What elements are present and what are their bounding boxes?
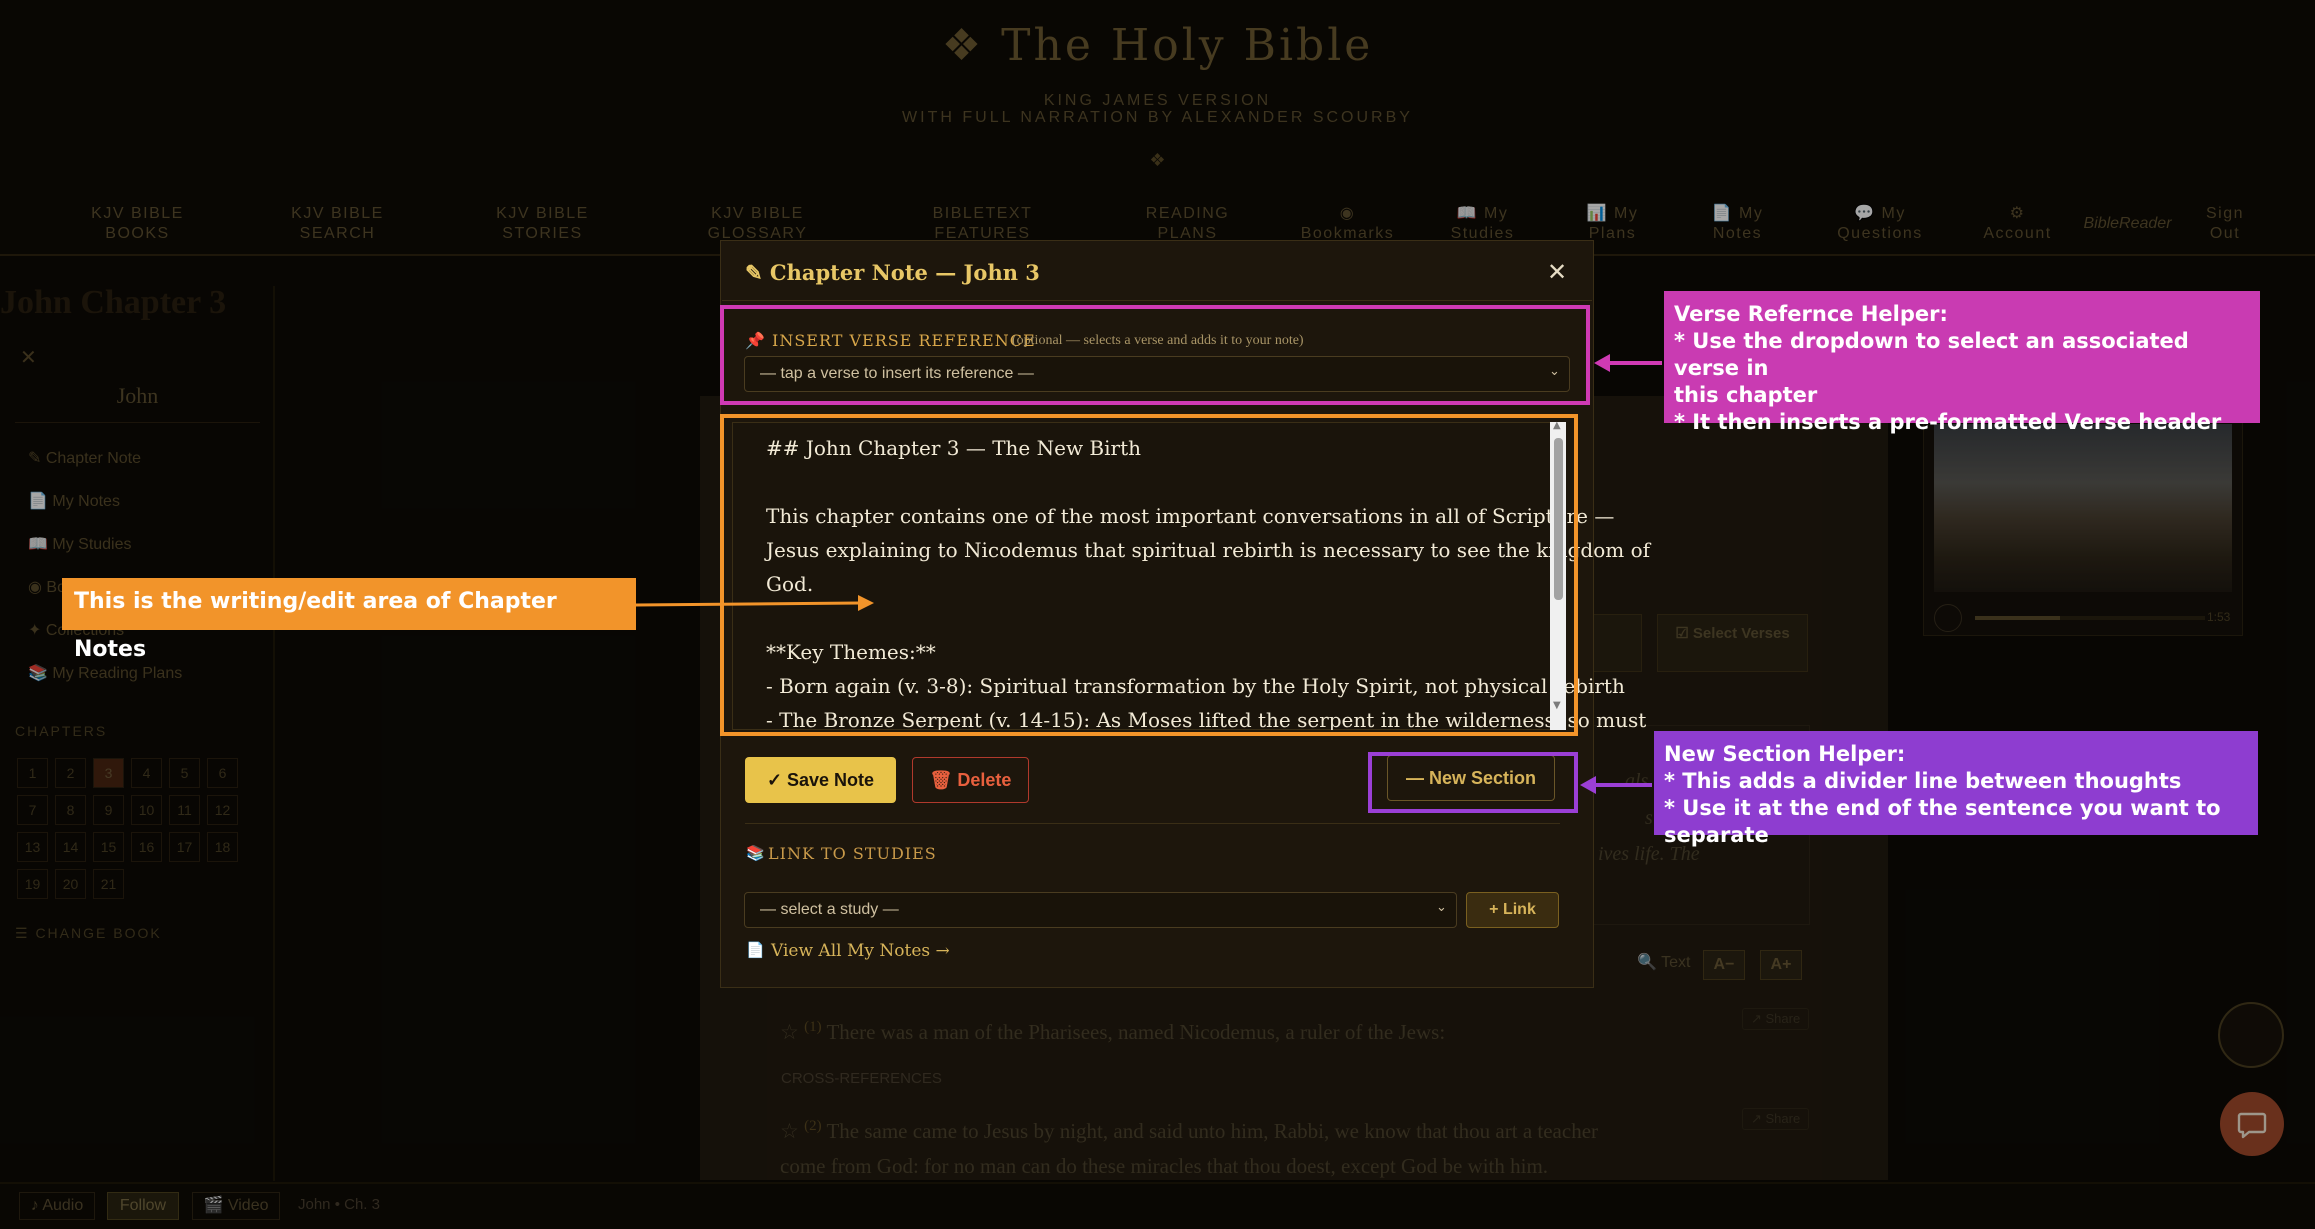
- annotation-verse-helper: Verse Refernce Helper: * Use the dropdow…: [1664, 291, 2260, 434]
- annotation-edit-area: This is the writing/edit area of Chapter…: [62, 578, 636, 662]
- annotation-new-section-helper: New Section Helper: * This adds a divide…: [1654, 731, 2258, 847]
